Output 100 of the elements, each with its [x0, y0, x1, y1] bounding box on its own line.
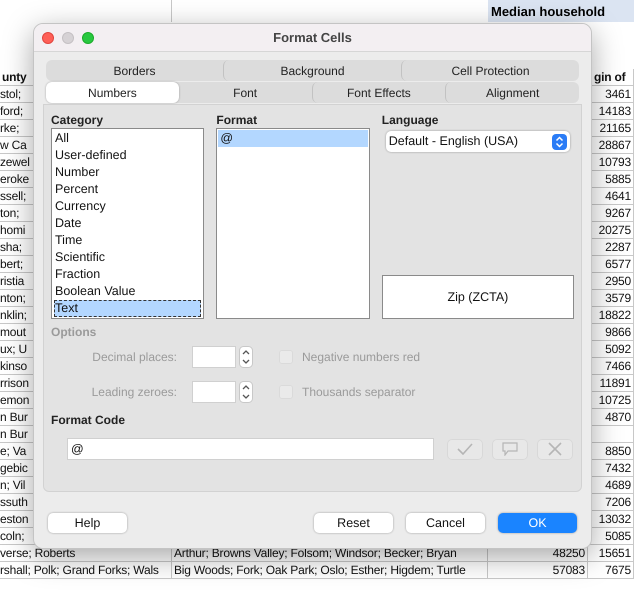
number-field[interactable] [192, 381, 236, 403]
table-cell: 13032 [598, 511, 631, 527]
table-cell: 3461 [605, 86, 631, 102]
tab[interactable]: Borders [46, 60, 223, 81]
stepper-icon[interactable] [239, 346, 253, 368]
table-cell: 4641 [605, 188, 631, 204]
table-cell: nklin; [0, 307, 27, 323]
table-cell: 3579 [605, 290, 631, 306]
zoom-icon[interactable] [82, 32, 94, 44]
list-item[interactable]: Text [54, 300, 202, 317]
list-item[interactable]: Fraction [54, 266, 202, 283]
category-list[interactable]: All User-defined Number Percent Currency Date Time Scientific Fraction Boolean Value Text [51, 128, 204, 319]
format-label: Format [216, 112, 258, 128]
stepper-icon [552, 134, 567, 150]
list-item[interactable]: @ [218, 130, 368, 147]
table-cell: 28867 [598, 137, 631, 153]
list-item[interactable]: Boolean Value [54, 283, 202, 300]
table-cell: stol; [0, 86, 22, 102]
table-cell: 7466 [605, 358, 631, 374]
table-cell: 14183 [598, 103, 631, 119]
column-header: gin of [594, 69, 626, 85]
list-item[interactable]: User-defined [54, 147, 202, 164]
table-cell: 9267 [605, 205, 631, 221]
table-cell: 8850 [605, 443, 631, 459]
table-cell: w Ca [0, 137, 27, 153]
stepper-icon[interactable] [239, 381, 253, 403]
tab[interactable]: Font [178, 82, 312, 103]
list-item[interactable]: Percent [54, 181, 202, 198]
table-cell: Big Woods; Fork; Oak Park; Oslo; Esther; Higdem; Turtle [174, 562, 466, 578]
table-cell: rshall; Polk; Grand Forks; Wals [0, 562, 159, 578]
table-cell: mout [0, 324, 26, 340]
table-cell: 48250 [552, 545, 585, 561]
table-cell: 11891 [600, 375, 631, 391]
dialog-button[interactable]: Cancel [406, 513, 485, 533]
table-cell: homi [0, 222, 26, 238]
table-cell: 57083 [552, 562, 585, 578]
table-cell: n Bur [0, 426, 28, 442]
comment-icon[interactable] [492, 438, 528, 460]
table-cell: rke; [0, 120, 20, 136]
table-cell: bert; [0, 256, 24, 272]
category-label: Category [51, 112, 104, 128]
table-cell: 4870 [605, 409, 631, 425]
table-cell: 21165 [600, 120, 631, 136]
tab[interactable]: Font Effects [312, 82, 446, 103]
table-cell: 7206 [605, 494, 631, 510]
tab[interactable]: Alignment [445, 82, 579, 103]
table-cell: ssuth [0, 494, 28, 510]
table-cell: coln; [0, 528, 24, 544]
table-cell: 6577 [605, 256, 631, 272]
checkbox-label: Thousands separator [302, 384, 416, 401]
column-header: Median household [491, 4, 606, 19]
minimize-icon[interactable] [62, 32, 74, 44]
table-cell: gebic [0, 460, 28, 476]
table-cell: ristia [0, 273, 24, 289]
table-cell: 5092 [605, 341, 631, 357]
close-icon[interactable] [42, 32, 54, 44]
tab[interactable]: Background [223, 60, 401, 81]
tab[interactable]: Numbers [46, 82, 179, 103]
dialog-button[interactable]: Help [48, 513, 127, 533]
table-cell: emon [0, 392, 30, 408]
column-header: unty [2, 69, 27, 85]
table-cell: eroke [0, 171, 30, 187]
table-cell: Arthur; Browns Valley; Folsom; Windsor; Becker; Bryan [174, 545, 457, 561]
table-cell: kinso [0, 358, 28, 374]
number-field[interactable] [192, 346, 236, 368]
table-cell: 5885 [605, 171, 631, 187]
table-cell: 2950 [605, 273, 631, 289]
table-cell: nton; [0, 290, 26, 306]
ok-button[interactable]: OK [498, 513, 577, 533]
list-item[interactable]: Date [54, 215, 202, 232]
format-list[interactable]: @ [216, 128, 370, 319]
table-cell: 18822 [598, 307, 631, 323]
list-item[interactable]: Number [54, 164, 202, 181]
table-cell: ux; U [0, 341, 28, 357]
tab[interactable]: Cell Protection [401, 60, 579, 81]
table-cell: n Bur [0, 409, 28, 425]
table-cell: 9866 [605, 324, 631, 340]
spinner-label: Decimal places: [92, 349, 177, 366]
table-cell: verse; Roberts [0, 545, 76, 561]
check-icon[interactable] [447, 438, 483, 460]
table-cell: sha; [0, 239, 22, 255]
format-code-field[interactable]: @ [67, 438, 434, 460]
delete-icon[interactable] [537, 438, 573, 460]
spinner-label: Leading zeroes: [92, 384, 177, 401]
window-title: Format Cells [273, 28, 352, 47]
table-cell: 2287 [605, 239, 631, 255]
table-cell: 10725 [598, 392, 631, 408]
list-item[interactable]: All [54, 130, 202, 147]
table-cell: 20275 [598, 222, 631, 238]
table-cell: ford; [0, 103, 24, 119]
list-item[interactable]: Time [54, 232, 202, 249]
table-cell: 7432 [605, 460, 631, 476]
language-select[interactable]: Default - English (USA) [386, 131, 570, 152]
table-cell: n; Vil [0, 477, 26, 493]
table-cell: 7675 [605, 562, 631, 578]
language-label: Language [382, 112, 440, 128]
list-item[interactable]: Scientific [54, 249, 202, 266]
dialog-button[interactable]: Reset [314, 513, 393, 533]
list-item[interactable]: Currency [54, 198, 202, 215]
table-cell: zewel [0, 154, 30, 170]
